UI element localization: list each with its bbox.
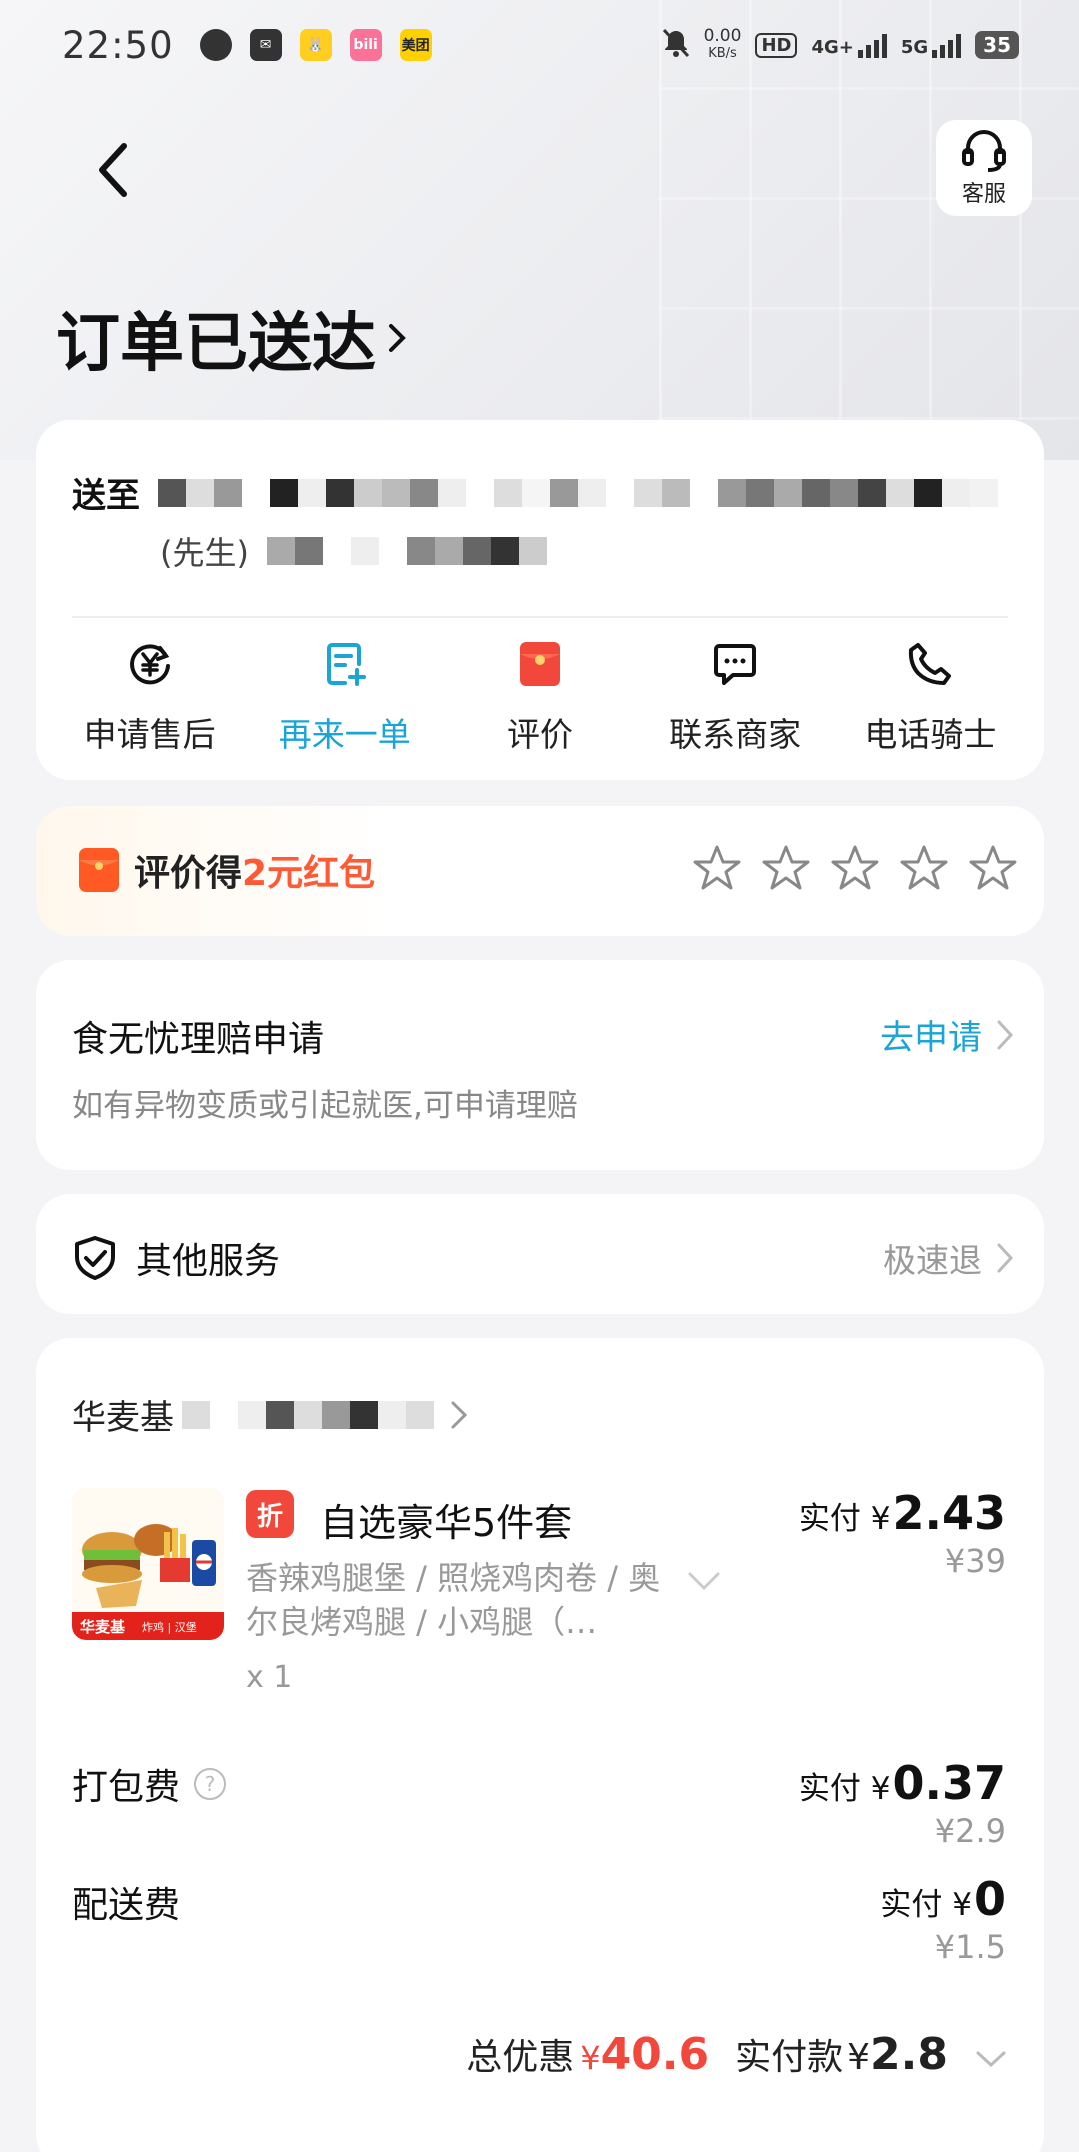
apply-claim-link[interactable]: 去申请 (880, 1010, 1014, 1059)
review-reward: 评价得 2元红包 (78, 844, 375, 896)
bilibili-icon: bili (349, 29, 382, 61)
headset-icon (962, 130, 1006, 172)
net-speed: 0.00 KB/s (703, 26, 742, 61)
signal-icon (857, 32, 887, 58)
meituan-icon: 美团 (399, 29, 432, 61)
status-time: 22:50 (62, 23, 174, 67)
back-button[interactable] (82, 130, 142, 210)
customer-service-button[interactable]: 客服 (936, 120, 1032, 216)
star-icon[interactable] (761, 844, 811, 892)
battery-indicator: 35 (975, 31, 1019, 59)
contact-merchant-button[interactable]: 联系商家 (645, 640, 825, 756)
item-quantity: x 1 (246, 1660, 293, 1695)
insurance-subtitle: 如有异物变质或引起就医,可申请理赔 (72, 1088, 578, 1124)
redacted-address (158, 478, 998, 507)
red-envelope-icon (79, 848, 119, 892)
customer-service-label: 客服 (961, 182, 1006, 207)
other-services-card[interactable]: 其他服务 极速退 (36, 1194, 1044, 1314)
svg-text:华麦基: 华麦基 (80, 1618, 126, 1636)
star-icon[interactable] (830, 844, 880, 892)
net-5g: 5G (901, 32, 962, 58)
order-detail-card: 华麦基 华麦基 炸鸡 | 汉堡 折 自选豪华5件套 香辣鸡腿堡 / 照烧鸡肉卷 … (36, 1338, 1044, 2152)
app-icon (199, 29, 232, 61)
mail-icon: ✉ (249, 29, 282, 61)
divider (72, 616, 1008, 618)
chevron-left-icon (99, 143, 127, 197)
status-right: 0.00 KB/s HD 4G+ 5G 35 (662, 27, 1019, 63)
action-bar: 申请售后 再来一单 评价 联系商家 电话骑士 (36, 640, 1044, 756)
redacted-phone (266, 537, 547, 565)
discount-badge: 折 (246, 1490, 294, 1538)
review-reward-card[interactable]: 评价得 2元红包 (36, 806, 1044, 936)
item-description: 香辣鸡腿堡 / 照烧鸡肉卷 / 奥尔良烤鸡腿 / 小鸡腿（… (246, 1559, 661, 1641)
star-icon[interactable] (968, 844, 1018, 892)
after-sales-button[interactable]: 申请售后 (60, 640, 240, 756)
other-services: 其他服务 (74, 1232, 280, 1284)
rabbit-app-icon: 🐰 (299, 29, 332, 61)
item-image: 华麦基 炸鸡 | 汉堡 (72, 1488, 224, 1640)
chevron-right-icon (997, 1243, 1014, 1273)
svg-text:炸鸡 | 汉堡: 炸鸡 | 汉堡 (142, 1620, 197, 1634)
chevron-right-icon (997, 1020, 1014, 1049)
signal-icon (932, 32, 962, 58)
recipient-name: (先生) (160, 528, 547, 574)
shield-check-icon (75, 1236, 115, 1280)
order-status-text: 订单已送达 (56, 307, 376, 381)
delivery-fee-label: 配送费 (72, 1885, 181, 1926)
notification-icons: ✉ 🐰 bili 美团 (199, 29, 432, 61)
help-icon[interactable]: ? (194, 1768, 227, 1800)
red-envelope-icon (519, 642, 560, 686)
packing-fee-label: 打包费 ? (72, 1758, 227, 1810)
call-rider-button[interactable]: 电话骑士 (840, 640, 1020, 756)
chevron-down-icon (976, 2051, 1006, 2068)
star-rating (692, 844, 1018, 892)
net-4g: 4G+ (811, 32, 887, 58)
order-status-title[interactable]: 订单已送达 (56, 292, 408, 384)
fast-refund[interactable]: 极速退 (883, 1234, 1014, 1282)
item-name: 自选豪华5件套 (320, 1501, 573, 1545)
star-icon[interactable] (899, 844, 949, 892)
yen-refund-icon (129, 644, 170, 685)
chevron-down-icon[interactable] (686, 1570, 722, 1592)
delivery-address: 送至 (72, 468, 998, 517)
hd-badge: HD (755, 32, 798, 58)
reorder-icon (326, 643, 366, 686)
address-card: 送至 (先生) 申请售后 再来一单 评价 联系商家 电话骑士 (36, 420, 1044, 780)
item-price: 实付 ¥2.43 ¥39 (798, 1486, 1006, 1580)
food-insurance-card[interactable]: 食无忧理赔申请 如有异物变质或引起就医,可申请理赔 去申请 (36, 960, 1044, 1170)
total-discount: ¥40.6 (580, 2029, 710, 2080)
status-bar: 22:50 ✉ 🐰 bili 美团 0.00 KB/s HD 4G+ 5G 35 (0, 0, 1079, 90)
order-totals[interactable]: 总优惠 ¥40.6 实付款 ¥2.8 (466, 2028, 1008, 2080)
chevron-right-icon (451, 1401, 468, 1428)
packing-fee-price: 实付 ¥0.37 ¥2.9 (798, 1756, 1006, 1850)
chat-icon (714, 644, 757, 685)
redacted-store (182, 1400, 434, 1429)
insurance-title: 食无忧理赔申请 (72, 1019, 325, 1060)
phone-icon (909, 643, 952, 685)
chevron-right-icon (389, 324, 406, 352)
total-paid: ¥2.8 (847, 2029, 948, 2080)
delivery-fee-price: 实付 ¥0 ¥1.5 (880, 1872, 1006, 1966)
star-icon[interactable] (692, 844, 742, 892)
review-button[interactable]: 评价 (450, 640, 630, 756)
mute-icon (662, 28, 690, 63)
reorder-button[interactable]: 再来一单 (255, 640, 435, 756)
store-name[interactable]: 华麦基 (72, 1390, 468, 1439)
